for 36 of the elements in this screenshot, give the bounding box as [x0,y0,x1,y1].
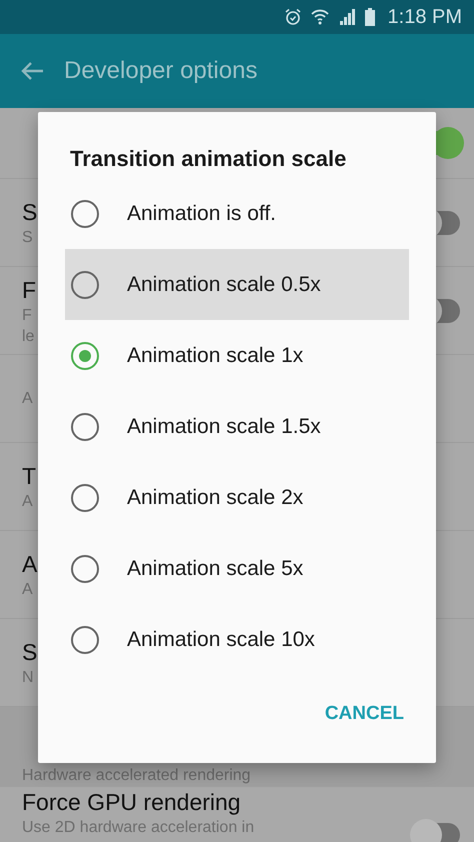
alarm-icon [284,8,302,26]
option-item[interactable]: Animation is off. [65,178,409,249]
setting-title: S [22,638,38,667]
radio-button[interactable] [71,412,99,440]
setting-summary: N [22,668,35,688]
toolbar-title: Developer options [64,57,258,85]
setting-title: Force GPU rendering [22,788,242,817]
dialog-title: Transition animation scale [70,146,348,172]
setting-summary: le [22,326,36,346]
setting-summary: A [22,389,33,409]
option-item[interactable]: Animation scale 5x [65,533,409,604]
radio-button[interactable] [71,626,99,654]
signal-icon [338,9,356,25]
radio-button[interactable] [71,200,99,228]
wifi-icon [310,8,330,26]
setting-summary: Use 2D hardware acceleration in [22,818,254,838]
setting-title: F [22,276,36,304]
setting-summary: S [22,228,34,248]
setting-title: A [22,550,38,579]
option-item[interactable]: Animation scale 10x [65,604,409,675]
battery-icon [364,8,376,26]
option-item[interactable]: Animation scale 1.5x [65,391,409,462]
radio-button[interactable] [71,270,99,298]
back-arrow-icon[interactable] [20,61,44,81]
radio-button[interactable] [71,554,99,582]
option-item[interactable]: Animation scale 2x [65,462,409,533]
setting-summary: A [22,580,34,600]
setting-title: S [22,198,38,227]
setting-title: T [22,462,36,491]
radio-button[interactable] [71,342,99,370]
option-item[interactable]: Animation scale 1x [65,320,409,391]
option-item[interactable]: Animation scale 0.5x [65,249,409,320]
setting-summary: A [22,492,34,512]
radio-button[interactable] [71,484,99,512]
setting-summary: F [22,306,33,326]
status-time: 1:18 PM [388,6,462,28]
